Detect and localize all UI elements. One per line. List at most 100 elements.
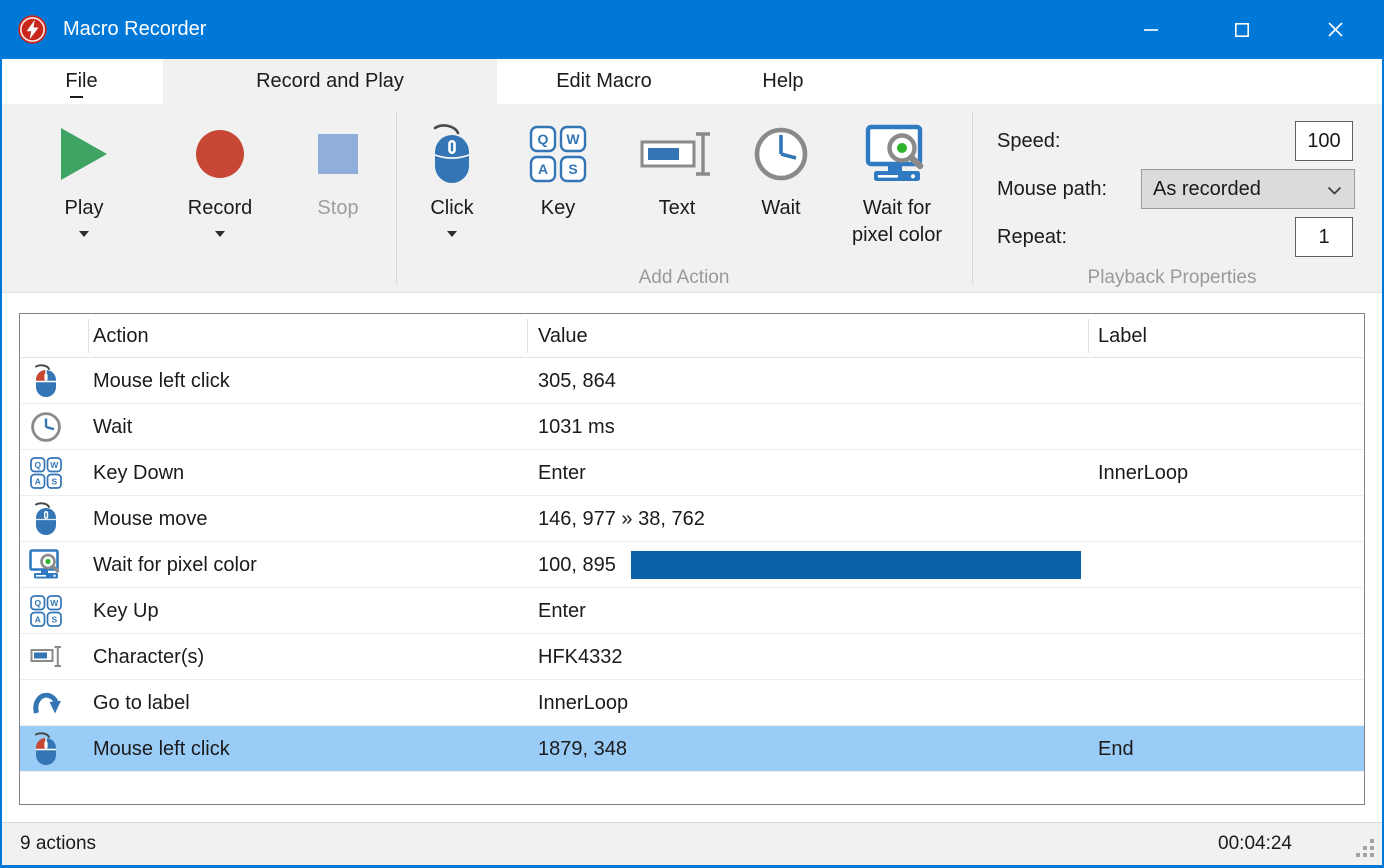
chevron-down-icon	[1327, 186, 1342, 195]
play-button-label: Play	[65, 195, 104, 222]
add-click-label: Click	[430, 195, 473, 222]
svg-text:W: W	[50, 460, 59, 470]
action-cell: Mouse left click	[93, 358, 230, 404]
speed-label: Speed:	[997, 121, 1060, 161]
wait-pixel-line2: pixel color	[852, 224, 942, 246]
action-cell: Go to label	[93, 680, 190, 726]
maximize-icon	[1234, 22, 1250, 38]
repeat-input[interactable]	[1295, 217, 1353, 257]
dropdown-arrow-icon	[79, 231, 89, 237]
action-table: Action Value Label Mouse left click 305,…	[19, 313, 1365, 805]
add-wait-pixel-color-button[interactable]: Wait for pixel color	[827, 118, 967, 249]
dropdown-arrow-icon	[215, 231, 225, 237]
group-separator	[972, 112, 973, 284]
svg-text:Q: Q	[34, 460, 41, 470]
header-label[interactable]: Label	[1098, 314, 1147, 358]
add-wait-pixel-color-label: Wait for pixel color	[852, 195, 942, 249]
table-row[interactable]: Mouse move 146, 977 » 38, 762	[20, 496, 1364, 542]
value-cell: Enter	[538, 450, 586, 496]
statusbar: 9 actions 00:04:24	[0, 822, 1384, 865]
wait-pixel-line1: Wait for	[863, 197, 931, 219]
tab-file-label: File	[65, 70, 97, 93]
action-cell: Mouse left click	[93, 726, 230, 772]
key-icon: QWAS	[26, 588, 66, 634]
value-cell: 100, 895	[538, 542, 616, 588]
svg-text:A: A	[538, 161, 548, 177]
value-cell: Enter	[538, 588, 586, 634]
header-value[interactable]: Value	[538, 314, 588, 358]
svg-text:S: S	[51, 476, 57, 486]
ribbon: Play Record Stop Click	[0, 104, 1384, 293]
add-wait-button[interactable]: Wait	[731, 118, 831, 222]
minimize-button[interactable]	[1128, 0, 1174, 59]
window-border	[0, 59, 2, 868]
play-button[interactable]: Play	[34, 118, 134, 237]
mouse-path-value: As recorded	[1153, 178, 1261, 201]
table-header: Action Value Label	[20, 314, 1364, 358]
keyboard-keys-icon: QWAS	[529, 118, 587, 190]
elapsed-time: 00:04:24	[1218, 823, 1292, 865]
stop-icon	[318, 134, 358, 174]
action-cell: Character(s)	[93, 634, 204, 680]
repeat-label: Repeat:	[997, 217, 1067, 257]
wait-pixel-color-icon	[26, 542, 66, 588]
table-row-selected[interactable]: Mouse left click 1879, 348 End	[20, 726, 1364, 772]
pixel-color-monitor-icon	[865, 118, 929, 190]
value-cell: HFK4332	[538, 634, 623, 680]
add-key-label: Key	[541, 195, 575, 222]
table-row[interactable]: Mouse left click 305, 864	[20, 358, 1364, 404]
add-text-label: Text	[659, 195, 696, 222]
clock-icon	[753, 118, 809, 190]
mouse-move-icon	[26, 496, 66, 542]
tab-edit-macro[interactable]: Edit Macro	[497, 59, 711, 104]
svg-text:S: S	[51, 614, 57, 624]
add-text-button[interactable]: Text	[627, 118, 727, 222]
mouse-path-label: Mouse path:	[997, 169, 1107, 209]
value-cell: 1031 ms	[538, 404, 615, 450]
add-click-button[interactable]: Click	[402, 118, 502, 237]
record-button[interactable]: Record	[170, 118, 270, 237]
table-row[interactable]: QWAS Key Up Enter	[20, 588, 1364, 634]
resize-grip-icon[interactable]	[1356, 839, 1374, 857]
table-row[interactable]: Character(s) HFK4332	[20, 634, 1364, 680]
value-cell: 1879, 348	[538, 726, 627, 772]
macro-recorder-window: Macro Recorder File Record and Play Edit…	[0, 0, 1384, 868]
playback-properties-group-label: Playback Properties	[972, 267, 1372, 289]
column-separator	[88, 319, 89, 353]
action-cell: Wait for pixel color	[93, 542, 257, 588]
column-separator	[1088, 319, 1089, 353]
stop-button: Stop	[293, 118, 383, 222]
mouse-left-click-icon	[26, 358, 66, 404]
close-button[interactable]	[1312, 0, 1358, 59]
value-cell: InnerLoop	[538, 680, 628, 726]
svg-text:Q: Q	[34, 598, 41, 608]
header-action[interactable]: Action	[93, 314, 149, 358]
tab-record-and-play[interactable]: Record and Play	[163, 59, 497, 104]
record-icon	[196, 130, 244, 178]
play-icon	[61, 128, 107, 180]
label-cell: InnerLoop	[1098, 450, 1188, 496]
svg-text:W: W	[50, 598, 59, 608]
maximize-button[interactable]	[1219, 0, 1265, 59]
mouse-path-select[interactable]: As recorded	[1141, 169, 1355, 209]
svg-text:Q: Q	[538, 131, 549, 147]
go-to-label-icon	[26, 680, 66, 726]
wait-icon	[26, 404, 66, 450]
table-row[interactable]: Go to label InnerLoop	[20, 680, 1364, 726]
mouse-icon	[426, 118, 478, 190]
text-field-icon	[640, 118, 714, 190]
svg-text:A: A	[35, 476, 41, 486]
ribbon-tabbar: File Record and Play Edit Macro Help	[0, 59, 1384, 104]
group-separator	[396, 112, 397, 284]
stop-button-label: Stop	[317, 195, 358, 222]
speed-input[interactable]	[1295, 121, 1353, 161]
tab-help[interactable]: Help	[711, 59, 855, 104]
table-row[interactable]: Wait for pixel color 100, 895	[20, 542, 1364, 588]
table-row[interactable]: Wait 1031 ms	[20, 404, 1364, 450]
svg-text:W: W	[566, 131, 580, 147]
add-key-button[interactable]: QWAS Key	[508, 118, 608, 222]
table-row[interactable]: QWAS Key Down Enter InnerLoop	[20, 450, 1364, 496]
key-icon: QWAS	[26, 450, 66, 496]
tab-record-and-play-label: Record and Play	[256, 70, 404, 93]
dropdown-arrow-icon	[447, 231, 457, 237]
